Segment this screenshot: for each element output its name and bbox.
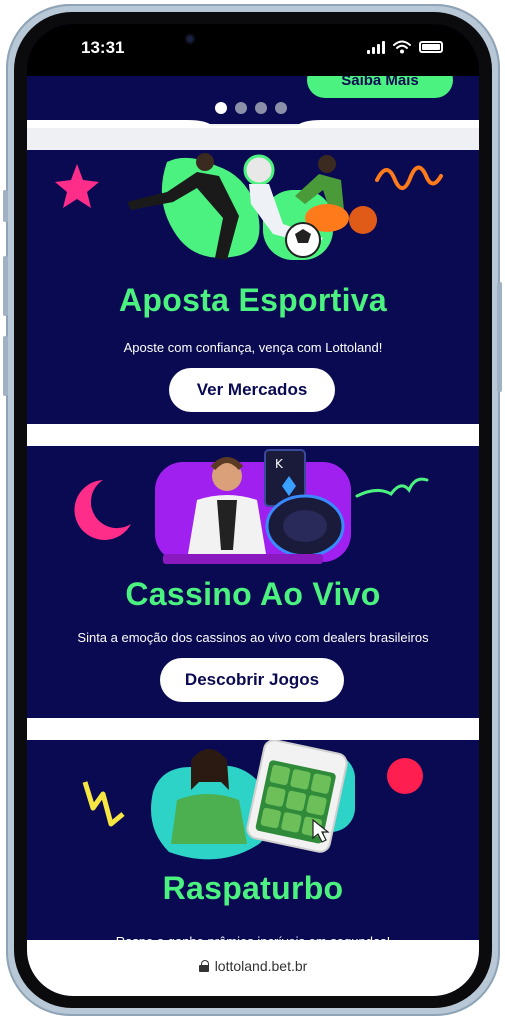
carousel-dot-2[interactable] [235,102,247,114]
card-cassino-ao-vivo[interactable]: K Cassino Ao Vivo Sinta a emoção dos cas… [27,446,479,718]
lightning-icon [82,781,125,827]
hero-banner: Saiba Mais [27,62,479,128]
browser-url-bar[interactable]: lottoland.bet.br [27,940,479,996]
card-aposta-esportiva[interactable]: Aposta Esportiva Aposte com confiança, v… [27,150,479,424]
carousel-dots [215,102,287,114]
card-title: Aposta Esportiva [119,282,387,318]
section-divider [27,424,479,446]
wifi-icon [393,40,411,54]
card-subtitle: Sinta a emoção dos cassinos ao vivo com … [77,630,429,645]
volume-down-button [3,336,8,396]
lock-icon [198,960,209,972]
sports-illustration [55,153,443,260]
card-raspaturbo[interactable]: Raspaturbo [27,740,479,940]
notch [177,24,327,58]
front-camera [185,34,195,44]
scratch-illustration [82,740,423,860]
url-text: lottoland.bet.br [214,958,308,974]
squiggle-decoration [375,165,443,190]
page-content: Saiba Mais Aposta Esportiva Aposte com c… [27,62,479,940]
card-subtitle: Aposte com confiança, vença com Lottolan… [123,340,383,355]
card-title: Cassino Ao Vivo [125,576,381,612]
card-title: Raspaturbo [162,870,344,906]
carousel-dot-3[interactable] [255,102,267,114]
screen: 13:31 Saiba Mais Aposta Esportiva Aposte… [27,24,479,996]
volume-up-button [3,256,8,316]
silent-switch [3,190,8,222]
hero-wave [27,120,479,128]
status-time: 13:31 [81,38,125,57]
moon-icon [74,480,131,540]
section-divider [27,718,479,740]
signal-icon [367,40,385,54]
carousel-dot-4[interactable] [275,102,287,114]
casino-illustration: K [74,449,429,564]
descobrir-jogos-button[interactable]: Descobrir Jogos [160,658,344,702]
svg-text:K: K [275,457,284,471]
power-button [497,282,502,392]
ver-mercados-button[interactable]: Ver Mercados [169,368,335,412]
status-icons [367,40,443,54]
carousel-dot-1[interactable] [215,102,227,114]
star-icon [55,164,99,208]
battery-icon [419,41,443,53]
status-bar: 13:31 [27,24,479,76]
